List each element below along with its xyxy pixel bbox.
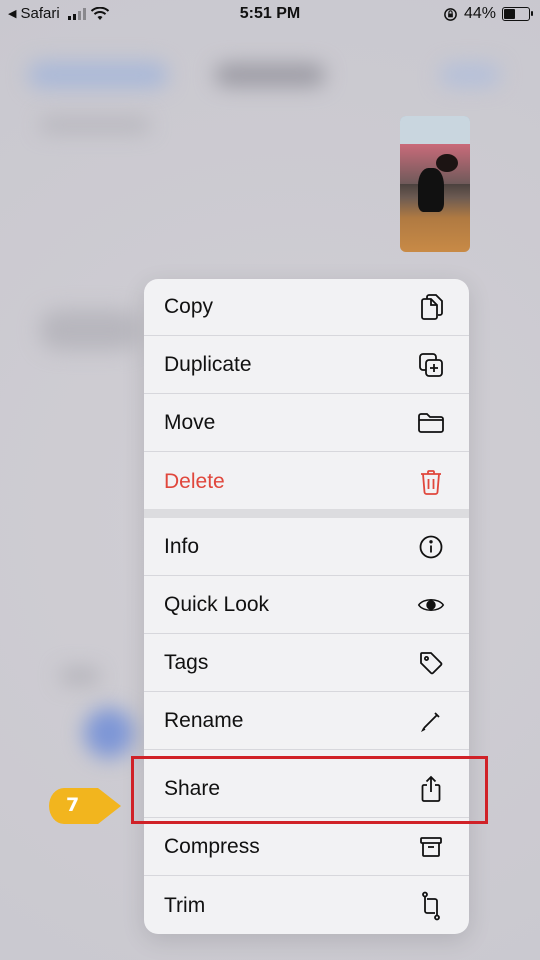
blurred-text-line xyxy=(40,118,150,132)
status-bar: ◀ Safari 5:51 PM 44% xyxy=(0,0,540,30)
trash-icon xyxy=(417,468,445,496)
menu-item-compress[interactable]: Compress xyxy=(144,819,469,876)
copy-icon xyxy=(417,293,445,321)
menu-item-copy[interactable]: Copy xyxy=(144,279,469,336)
step-badge: 7 xyxy=(48,787,122,825)
menu-item-tags[interactable]: Tags xyxy=(144,635,469,692)
battery-icon xyxy=(502,7,533,21)
eye-icon xyxy=(417,591,445,619)
menu-item-duplicate[interactable]: Duplicate xyxy=(144,337,469,394)
blurred-avatar xyxy=(84,708,134,758)
blurred-header-pill xyxy=(28,62,168,88)
pencil-icon xyxy=(417,707,445,735)
menu-item-delete[interactable]: Delete xyxy=(144,453,469,510)
menu-item-move[interactable]: Move xyxy=(144,395,469,452)
blurred-row xyxy=(40,310,140,350)
info-icon xyxy=(417,533,445,561)
crop-icon xyxy=(417,891,445,920)
menu-item-trim[interactable]: Trim xyxy=(144,877,469,934)
menu-item-rename[interactable]: Rename xyxy=(144,693,469,750)
menu-item-quick-look[interactable]: Quick Look xyxy=(144,577,469,634)
video-thumbnail[interactable] xyxy=(400,116,470,252)
share-highlight-box xyxy=(131,756,488,824)
context-menu: Copy Duplicate Move Delete Info Quick Lo… xyxy=(144,279,469,934)
folder-icon xyxy=(417,409,445,437)
step-number: 7 xyxy=(66,794,80,816)
blurred-text-line xyxy=(60,668,100,684)
archive-icon xyxy=(417,833,445,861)
blurred-header-button xyxy=(440,64,500,86)
menu-separator xyxy=(144,509,469,518)
battery-percent: 44% xyxy=(463,5,496,22)
orientation-lock-icon xyxy=(444,7,457,21)
tag-icon xyxy=(417,649,445,677)
menu-item-info[interactable]: Info xyxy=(144,519,469,576)
duplicate-icon xyxy=(417,351,445,379)
blurred-header-title xyxy=(215,64,325,86)
